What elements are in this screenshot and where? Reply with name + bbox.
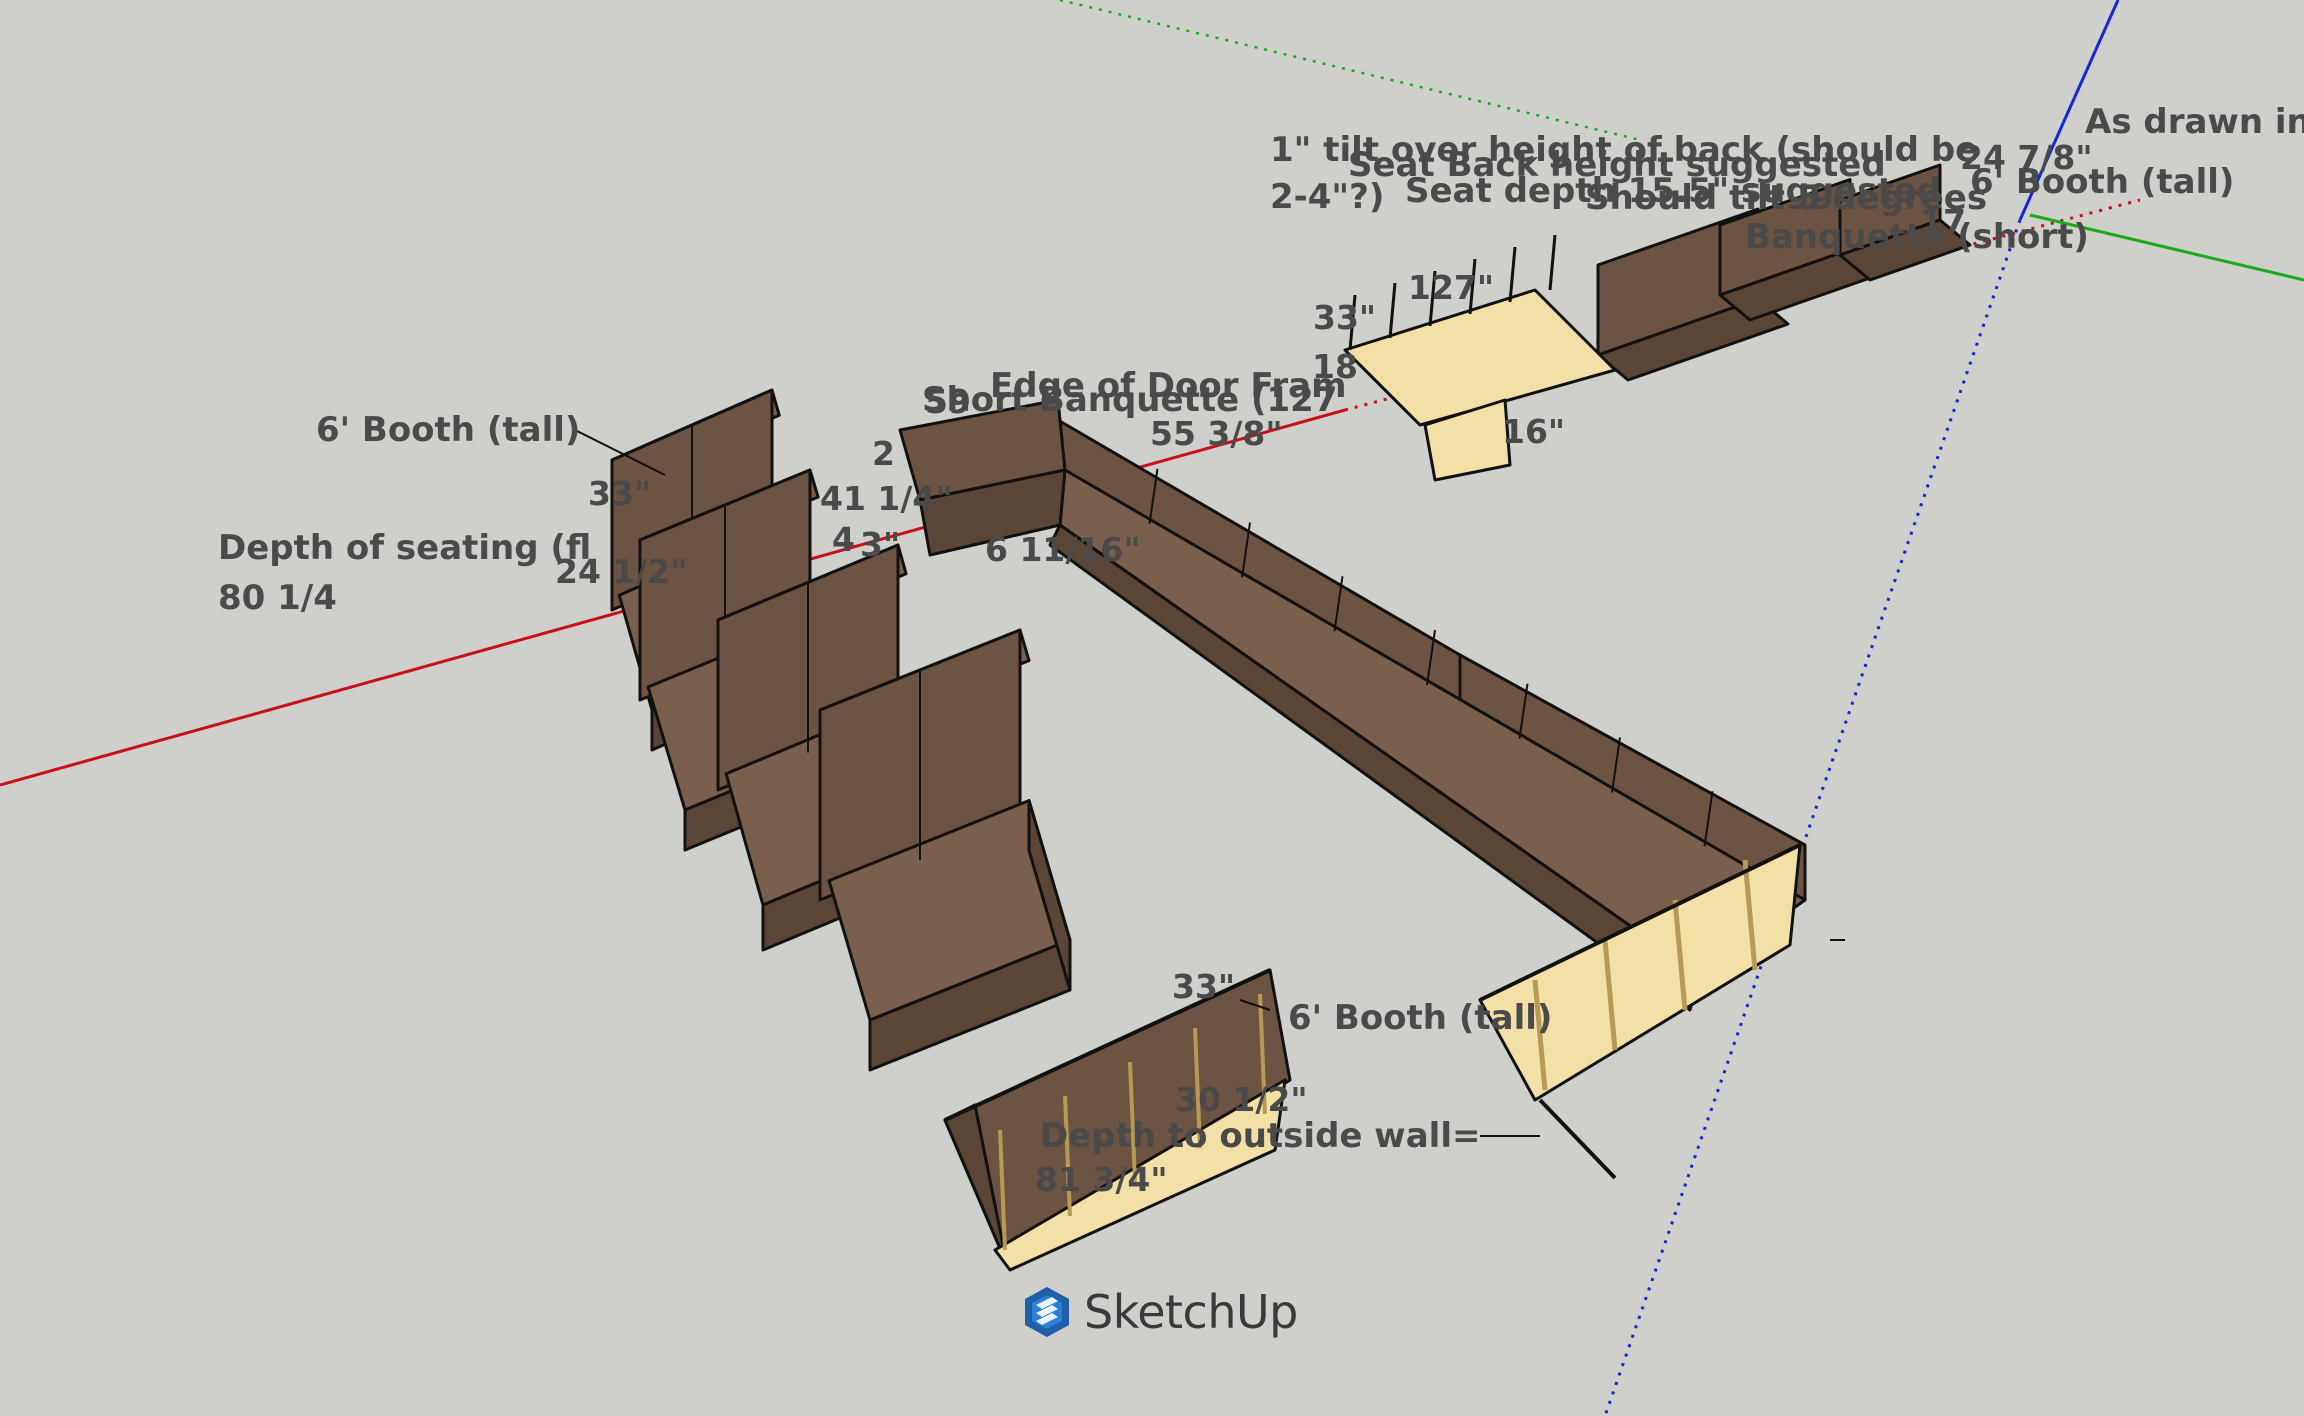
dim-33-top: 33"	[1313, 298, 1377, 337]
sketchup-logo-icon	[1025, 1287, 1069, 1337]
long-banquette-wall-marker	[1538, 1098, 1617, 1180]
dim-24-7-8: 24 7/8"	[1960, 138, 2093, 177]
note-depth-seating-line1: Depth of seating (fl	[218, 528, 592, 568]
frame-cluster-post-1	[1388, 282, 1397, 339]
dim-127: 127"	[1408, 268, 1495, 307]
frame-cluster-post-4	[1508, 246, 1517, 303]
dim-6-11-16: 6 11/16"	[985, 530, 1141, 569]
note-as-drawn: As drawn in	[2085, 102, 2304, 142]
dim-41-1-4: 41 1/4"	[820, 479, 953, 518]
frame-cluster-post-5	[1548, 234, 1557, 291]
dim-16: 16"	[1502, 412, 1566, 451]
dim-33-left: 33"	[588, 474, 652, 513]
dim-3: 3"	[860, 525, 901, 564]
label-booth-tall-left: 6' Booth (tall)	[316, 410, 581, 450]
frame-cluster-base	[1343, 288, 1617, 427]
label-booth-tall-bottom: 6' Booth (tall)	[1288, 998, 1553, 1038]
note-depth-outside-wall: Depth to outside wall=	[1040, 1116, 1481, 1156]
label-banquette-short: Banquette (short)	[1745, 217, 2089, 257]
dim-59: 59	[925, 382, 971, 421]
dim-33-bottom: 33"	[1172, 967, 1236, 1006]
note-depth-seating-line2: 80 1/4	[218, 578, 337, 618]
sketchup-logo: SketchUp	[1022, 1285, 1298, 1339]
sketchup-logo-text: SketchUp	[1084, 1285, 1298, 1339]
dim-4: 4	[832, 520, 855, 559]
sketchup-viewport[interactable]: As drawn in 1" tilt over height of back …	[0, 0, 2304, 1416]
axis-green-dotted	[1059, 0, 1641, 142]
dim-81-3-4: 81 3/4"	[1035, 1160, 1168, 1199]
dim-24-1-2: 24 1/2"	[555, 552, 688, 591]
dim-55-3-8: 55 3/8"	[1150, 414, 1283, 453]
dim-17: 17	[1920, 202, 1966, 241]
dim-2: 2	[872, 434, 895, 473]
